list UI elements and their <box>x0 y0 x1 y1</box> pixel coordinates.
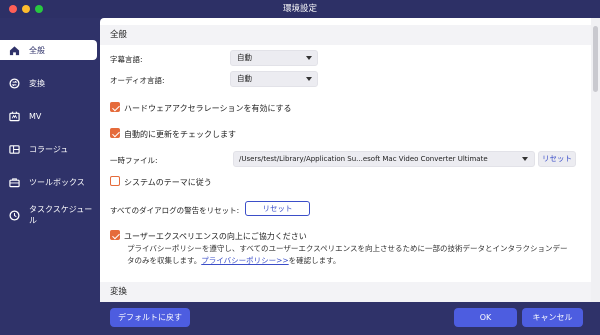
hardware-accel-label: ハードウェアアクセラレーションを有効にする <box>124 104 292 113</box>
scrollbar[interactable] <box>591 18 600 302</box>
collage-icon <box>9 144 20 154</box>
ux-program-label: ユーザーエクスペリエンスの向上にご協力ください <box>124 232 307 241</box>
temp-file-reset-button[interactable]: リセット <box>538 151 576 167</box>
chevron-down-icon <box>306 77 312 81</box>
ux-desc-line2: タのみを収集します。プライバシーポリシー>>を確認します。 <box>127 255 582 267</box>
minimize-window-button[interactable] <box>22 5 30 13</box>
auto-update-label: 自動的に更新をチェックします <box>124 130 236 139</box>
sidebar-item-label: タスクスケジュール <box>29 205 93 225</box>
close-window-button[interactable] <box>9 5 17 13</box>
audio-language-label: オーディオ言語: <box>110 76 165 85</box>
audio-language-value: 自動 <box>237 74 252 83</box>
cancel-button[interactable]: キャンセル <box>522 308 583 327</box>
privacy-policy-link[interactable]: プライバシーポリシー>> <box>201 256 288 265</box>
section-header-convert: 変換 <box>100 282 591 302</box>
sidebar-item-toolbox[interactable]: ツールボックス <box>0 172 100 192</box>
ux-desc-suffix: を確認します。 <box>288 256 341 265</box>
subtitle-language-value: 自動 <box>237 53 252 62</box>
sidebar-item-label: コラージュ <box>29 144 69 154</box>
auto-update-checkbox[interactable] <box>110 128 120 138</box>
title-bar: 環境設定 <box>0 0 600 18</box>
ux-desc-prefix: タのみを収集します。 <box>127 256 202 265</box>
ok-button[interactable]: OK <box>454 308 517 327</box>
sidebar-item-task-schedule[interactable]: タスクスケジュール <box>0 205 100 225</box>
audio-language-select[interactable]: 自動 <box>230 71 318 87</box>
sidebar-item-label: 変換 <box>29 78 45 88</box>
sidebar-item-general[interactable]: 全般 <box>0 40 97 60</box>
home-icon <box>9 45 20 55</box>
scrollbar-thumb[interactable] <box>593 26 598 92</box>
sidebar-item-mv[interactable]: MV <box>0 106 100 126</box>
sidebar-item-label: MV <box>29 111 42 121</box>
sidebar-item-label: ツールボックス <box>29 177 85 187</box>
zoom-window-button[interactable] <box>35 5 43 13</box>
sidebar-item-label: 全般 <box>29 45 45 55</box>
mv-icon <box>9 110 20 121</box>
system-theme-label: システムのテーマに従う <box>124 178 212 187</box>
ux-desc-line1: プライバシーポリシーを遵守し、すべてのユーザーエクスペリエンスを向上させるために… <box>127 244 568 253</box>
ux-program-checkbox[interactable] <box>110 230 120 240</box>
temp-file-path-select[interactable]: /Users/test/Library/Application Su...eso… <box>233 151 535 167</box>
subtitle-language-label: 字幕言語: <box>110 55 143 64</box>
dialog-reset-button[interactable]: リセット <box>245 201 310 216</box>
hardware-accel-checkbox[interactable] <box>110 102 120 112</box>
temp-file-label: 一時ファイル: <box>110 156 158 165</box>
temp-file-path: /Users/test/Library/Application Su...eso… <box>239 155 488 163</box>
chevron-down-icon <box>306 56 312 60</box>
section-header-general: 全般 <box>100 25 591 45</box>
sidebar-item-collage[interactable]: コラージュ <box>0 139 100 159</box>
window-controls <box>9 5 43 13</box>
restore-defaults-button[interactable]: デフォルトに戻す <box>110 308 190 327</box>
clock-icon <box>9 209 20 221</box>
chevron-down-icon <box>522 157 528 161</box>
window-title: 環境設定 <box>282 4 317 14</box>
sidebar-item-convert[interactable]: 変換 <box>0 73 100 93</box>
convert-icon <box>9 77 20 89</box>
ux-program-description: プライバシーポリシーを遵守し、すべてのユーザーエクスペリエンスを向上させるために… <box>127 243 582 267</box>
subtitle-language-select[interactable]: 自動 <box>230 50 318 66</box>
toolbox-icon <box>9 177 20 187</box>
dialog-reset-label: すべてのダイアログの警告をリセット: <box>110 206 240 215</box>
system-theme-checkbox[interactable] <box>110 176 120 186</box>
